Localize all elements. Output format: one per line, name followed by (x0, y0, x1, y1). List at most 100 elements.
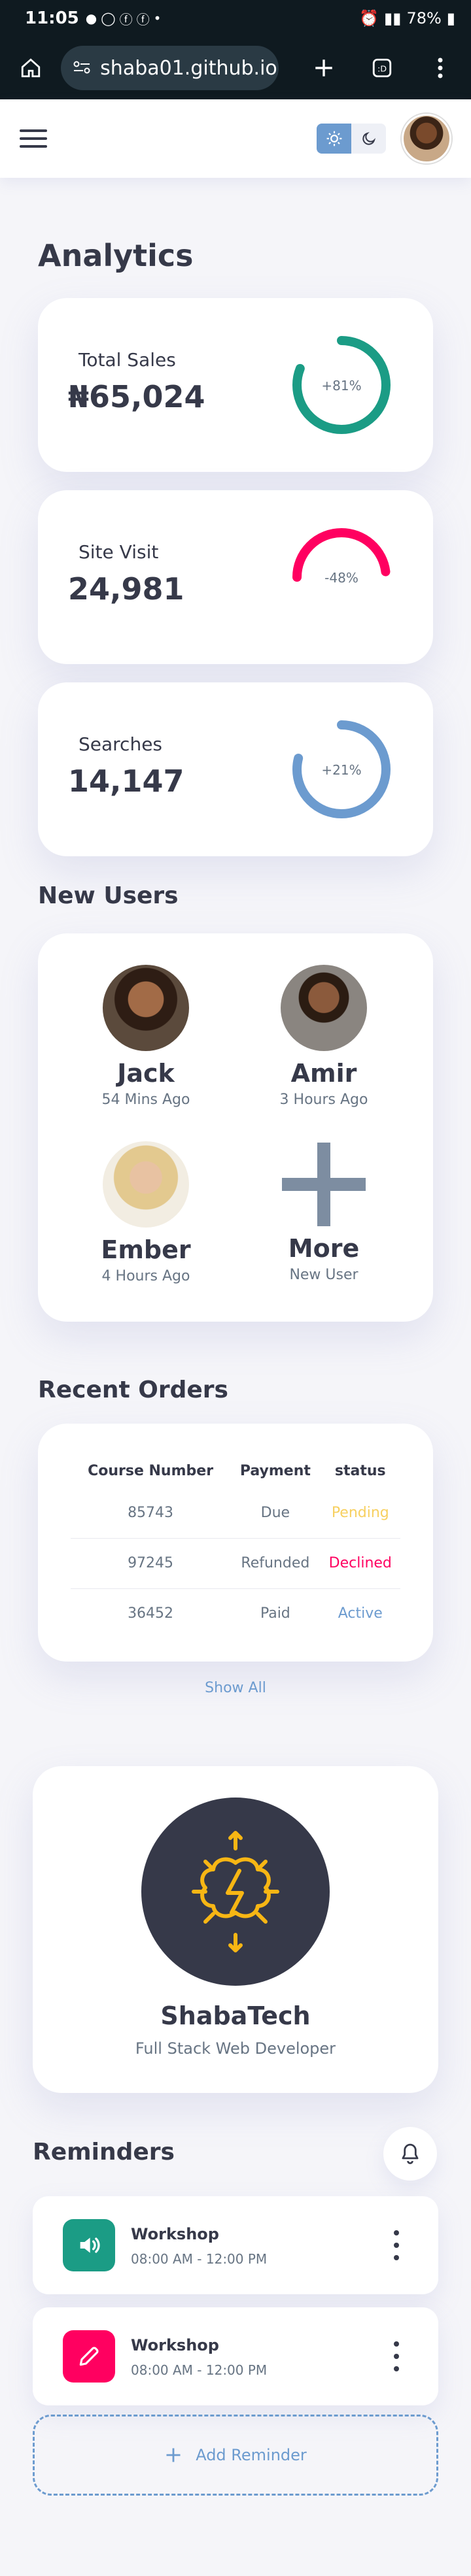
hamburger-line (20, 129, 47, 132)
progress-ring: -48% (292, 528, 391, 626)
more-dot (394, 2366, 399, 2371)
hamburger-menu-button[interactable] (20, 127, 47, 150)
home-icon (21, 58, 40, 78)
stat-card-site-visit: Site Visit 24,981 -48% (38, 490, 433, 664)
plus-icon (315, 59, 332, 76)
profile-card: ShabaTech Full Stack Web Developer (33, 1766, 438, 2093)
course-number: 36452 (71, 1588, 231, 1639)
home-button[interactable] (12, 48, 49, 88)
url-text: shaba01.github.io/Re (100, 56, 279, 80)
tab-switcher-button[interactable]: :D (364, 48, 401, 88)
new-users-card: Jack 54 Mins Ago Amir 3 Hours Ago Ember … (38, 933, 433, 1322)
facebook-icon: ⓕ (119, 11, 133, 27)
browser-menu-button[interactable] (422, 48, 459, 88)
edit-icon (63, 2330, 115, 2383)
new-tab-button[interactable] (305, 48, 342, 88)
browser-toolbar: shaba01.github.io/Re :D (0, 37, 471, 99)
more-dot (394, 2255, 399, 2260)
table-row: 85743 Due Pending (71, 1488, 400, 1538)
reminder-item[interactable]: Workshop 08:00 AM - 12:00 PM (33, 2196, 438, 2294)
recent-orders-card: Course Number Payment status 85743 Due P… (38, 1424, 433, 1662)
reminder-time: 08:00 AM - 12:00 PM (131, 2251, 268, 2267)
theme-toggle[interactable] (317, 124, 386, 154)
course-number: 85743 (128, 1504, 174, 1521)
alarm-icon: ⏰ (359, 9, 379, 27)
moon-icon (362, 131, 375, 145)
user-name: Ember (101, 1235, 191, 1264)
sun-icon (326, 131, 341, 146)
stat-card-searches: Searches 14,147 +21% (38, 682, 433, 856)
dot-icon: • (153, 10, 162, 26)
column-header: status (334, 1462, 386, 1479)
reminders-heading: Reminders (33, 2139, 175, 2166)
user-time: 3 Hours Ago (279, 1092, 368, 1108)
analytics-heading: Analytics (38, 238, 194, 273)
user-name: Jack (117, 1059, 175, 1088)
status-time: 11:05 (25, 8, 79, 28)
user-jack[interactable]: Jack 54 Mins Ago (58, 965, 234, 1108)
profile-avatar[interactable] (402, 114, 451, 163)
user-time: New User (289, 1267, 358, 1283)
stat-label: Searches (78, 733, 163, 755)
dark-mode-button[interactable] (351, 124, 386, 154)
ring-percent: +81% (321, 378, 361, 393)
plus-icon (282, 1143, 366, 1226)
payment-status: Due (260, 1504, 290, 1521)
whatsapp-icon: ◯ (101, 10, 116, 26)
battery-text: 78% (406, 9, 442, 27)
hamburger-line (20, 145, 47, 148)
reminder-item[interactable]: Workshop 08:00 AM - 12:00 PM (33, 2307, 438, 2405)
profile-name: ShabaTech (160, 2001, 311, 2030)
bell-icon (402, 2143, 419, 2164)
plus-icon (166, 2448, 181, 2462)
show-all-link[interactable]: Show All (0, 1680, 471, 1696)
url-bar[interactable]: shaba01.github.io/Re (61, 46, 279, 90)
column-header: Payment (239, 1462, 311, 1479)
order-status: Active (320, 1588, 400, 1639)
stat-label: Total Sales (78, 349, 176, 371)
table-row: 36452 Paid Active (71, 1588, 400, 1639)
reminder-title: Workshop (131, 2225, 219, 2243)
more-dot (394, 2243, 399, 2248)
reminder-more-button[interactable] (392, 2230, 400, 2260)
user-time: 4 Hours Ago (101, 1268, 190, 1284)
user-name: More (288, 1234, 360, 1263)
ring-percent: -48% (324, 570, 358, 586)
column-header: Course Number (88, 1462, 214, 1479)
volume-icon (63, 2219, 115, 2271)
progress-ring: +81% (292, 336, 391, 434)
more-users-button[interactable]: More New User (236, 1141, 412, 1283)
stat-label: Site Visit (78, 541, 159, 563)
battery-icon: ▮ (446, 9, 455, 27)
reminder-time: 08:00 AM - 12:00 PM (131, 2362, 268, 2378)
add-reminder-button[interactable]: Add Reminder (33, 2415, 438, 2496)
user-time: 54 Mins Ago (101, 1092, 190, 1108)
user-avatar (103, 1141, 189, 1228)
status-bar: 11:05 ● ◯ ⓕ ⓕ • ⏰ ▮▮ 78% ▮ (0, 0, 471, 37)
orders-table: Course Number Payment status 85743 Due P… (71, 1454, 400, 1639)
profile-role: Full Stack Web Developer (135, 2039, 336, 2058)
more-dot (394, 2341, 399, 2347)
user-name: Amir (290, 1059, 357, 1088)
svg-text::D: :D (377, 65, 387, 75)
notifications-button[interactable] (383, 2127, 437, 2181)
stat-card-total-sales: Total Sales ₦65,024 +81% (38, 298, 433, 472)
app-header (0, 99, 471, 178)
payment-status: Refunded (230, 1537, 321, 1588)
user-avatar (281, 965, 367, 1051)
tabs-icon: :D (373, 58, 392, 78)
order-status: Pending (331, 1504, 389, 1521)
brain-lightning-icon (192, 1831, 279, 1952)
user-amir[interactable]: Amir 3 Hours Ago (236, 965, 412, 1108)
progress-ring: +21% (292, 720, 391, 818)
more-dot (394, 2230, 399, 2235)
new-users-heading: New Users (38, 882, 179, 909)
stat-value: ₦65,024 (68, 379, 205, 414)
payment-status: Paid (230, 1588, 321, 1639)
facebook-icon: ⓕ (136, 11, 150, 27)
reminder-more-button[interactable] (392, 2341, 400, 2371)
site-settings-icon[interactable] (73, 57, 91, 80)
light-mode-button[interactable] (317, 124, 351, 154)
user-ember[interactable]: Ember 4 Hours Ago (58, 1141, 234, 1284)
recent-orders-heading: Recent Orders (38, 1377, 228, 1403)
